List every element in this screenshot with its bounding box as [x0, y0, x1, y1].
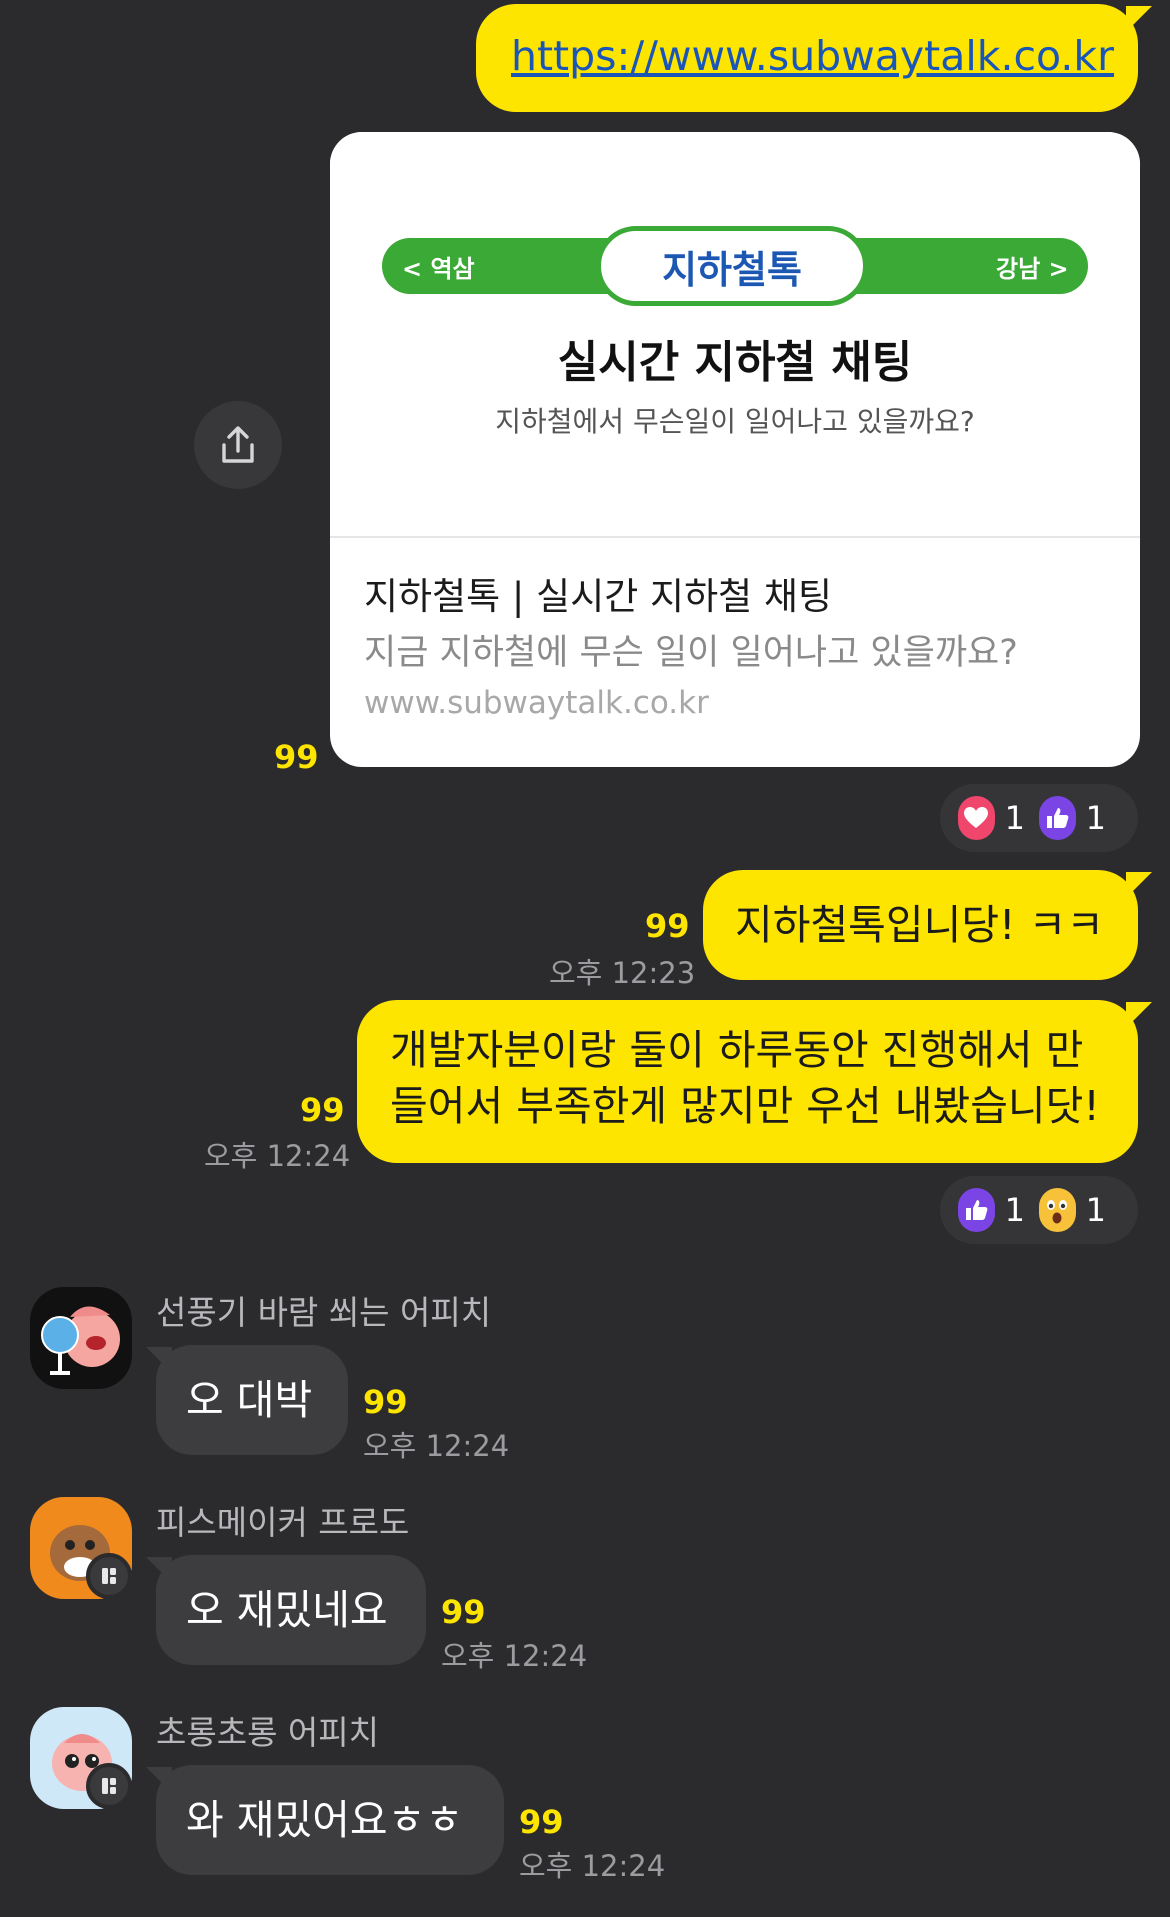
message-timestamp: 오후 12:24 [519, 1849, 666, 1883]
reaction-bar[interactable]: 1 1 [940, 1176, 1138, 1244]
banner-center-pill: 지하철톡 [596, 226, 868, 306]
message-text: 오 재밌네요 [186, 1586, 388, 1634]
unread-count: 99 [645, 907, 690, 945]
bubble-tail [1126, 1002, 1152, 1028]
group-badge-icon [86, 1553, 132, 1599]
other-message[interactable]: 오 재밌네요 [156, 1555, 426, 1665]
bubble-tail [1126, 872, 1152, 898]
reaction-count: 1 [1085, 1191, 1106, 1229]
thumbs-up-icon [1039, 796, 1076, 840]
unread-count: 99 [363, 1383, 408, 1421]
message-text-line-1: 개발자분이랑 둘이 하루동안 진행해서 만 [390, 1026, 1084, 1074]
apeach-fan-avatar [41, 1306, 120, 1375]
bubble-tail [146, 1347, 172, 1373]
message-timestamp: 오후 12:24 [204, 1139, 351, 1173]
link-preview-domain: www.subwaytalk.co.kr [364, 685, 709, 721]
avatar[interactable] [30, 1287, 132, 1389]
heart-icon [958, 796, 995, 840]
bubble-tail [146, 1557, 172, 1583]
link-preview-title: 지하철톡 | 실시간 지하철 채팅 [364, 575, 832, 618]
message-text: 와 재밌어요ㅎㅎ [186, 1796, 464, 1844]
message-timestamp: 오후 12:23 [549, 956, 696, 990]
message-timestamp: 오후 12:24 [363, 1429, 510, 1463]
message-text: 오 대박 [186, 1376, 313, 1424]
my-message[interactable]: 개발자분이랑 둘이 하루동안 진행해서 만 들어서 부족한게 많지만 우선 내봤… [357, 1000, 1138, 1163]
unread-count: 99 [519, 1803, 564, 1841]
message-text: 지하철톡입니당! ㅋㅋ [735, 901, 1104, 949]
my-message-link[interactable]: https://www.subwaytalk.co.kr [476, 4, 1138, 112]
bubble-tail [146, 1767, 172, 1793]
banner-next-station: 강남 > [996, 255, 1069, 283]
surprised-face-icon [1039, 1188, 1076, 1232]
link-preview-card[interactable]: < 역삼 강남 > 지하철톡 실시간 지하철 채팅 지하철에서 무슨일이 일어나… [330, 132, 1140, 767]
message-text-line-2: 들어서 부족한게 많지만 우선 내봤습니닷! [390, 1082, 1100, 1130]
reaction-count: 1 [1085, 799, 1106, 837]
group-badge-icon [86, 1763, 132, 1809]
link-preview-divider [330, 536, 1140, 538]
other-message[interactable]: 오 대박 [156, 1345, 348, 1455]
sender-name: 피스메이커 프로도 [156, 1503, 410, 1542]
hero-title: 실시간 지하철 채팅 [557, 337, 913, 388]
banner-brand-name: 지하철톡 [662, 247, 802, 292]
link-preview-unread-count: 99 [274, 738, 319, 776]
sender-name: 선풍기 바람 쐬는 어피치 [156, 1293, 492, 1332]
message-timestamp: 오후 12:24 [441, 1639, 588, 1673]
banner-prev-station: < 역삼 [402, 255, 475, 283]
my-message[interactable]: 지하철톡입니당! ㅋㅋ [703, 870, 1138, 980]
sender-name: 초롱초롱 어피치 [156, 1713, 380, 1752]
unread-count: 99 [300, 1091, 345, 1129]
thumbs-up-icon [958, 1188, 995, 1232]
share-button[interactable] [194, 401, 282, 489]
message-link[interactable]: https://www.subwaytalk.co.kr [511, 32, 1114, 80]
link-preview-image: < 역삼 강남 > 지하철톡 실시간 지하철 채팅 지하철에서 무슨일이 일어나… [330, 132, 1140, 536]
link-preview-description: 지금 지하철에 무슨 일이 일어나고 있을까요? [364, 633, 1018, 673]
other-message[interactable]: 와 재밌어요ㅎㅎ [156, 1765, 504, 1875]
reaction-count: 1 [1004, 799, 1025, 837]
reaction-bar[interactable]: 1 1 [940, 784, 1138, 852]
bubble-tail [1126, 6, 1152, 32]
reaction-count: 1 [1004, 1191, 1025, 1229]
hero-subtitle: 지하철에서 무슨일이 일어나고 있을까요? [495, 405, 975, 438]
unread-count: 99 [441, 1593, 486, 1631]
share-icon [222, 426, 254, 463]
